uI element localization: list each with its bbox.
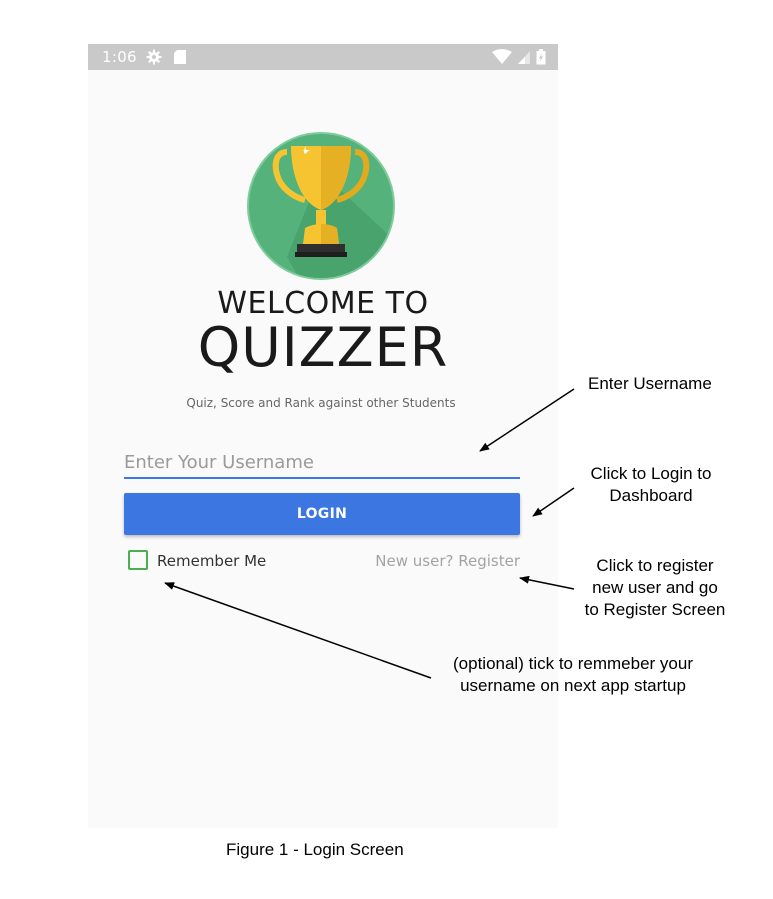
app-name-title: QUIZZER (197, 316, 449, 379)
settings-gear-icon (146, 49, 162, 65)
annotation-register: Click to register new user and go to Reg… (584, 556, 726, 619)
phone-screen: 1:06 WELCOME TO QUIZZER Quiz, Score and … (88, 44, 558, 828)
sd-card-icon (174, 50, 186, 64)
remember-me-checkbox[interactable] (128, 550, 148, 570)
remember-me-label[interactable]: Remember Me (157, 552, 266, 570)
status-bar: 1:06 (88, 44, 558, 70)
register-link[interactable]: New user? Register (375, 552, 520, 570)
annotation-username: Enter Username (588, 374, 712, 393)
annotation-remember-me: (optional) tick to remmeber your usernam… (453, 654, 693, 695)
figure-caption: Figure 1 - Login Screen (226, 840, 404, 859)
tagline: Quiz, Score and Rank against other Stude… (186, 396, 456, 410)
battery-icon (536, 49, 546, 65)
status-time: 1:06 (102, 48, 137, 66)
wifi-icon (492, 49, 513, 64)
status-right-icons (492, 49, 546, 65)
login-button[interactable]: LOGIN (124, 493, 520, 535)
annotation-login: Click to Login to Dashboard (590, 464, 712, 505)
cellular-signal-icon (518, 51, 531, 64)
trophy-icon (247, 132, 395, 280)
username-input[interactable] (124, 447, 520, 479)
